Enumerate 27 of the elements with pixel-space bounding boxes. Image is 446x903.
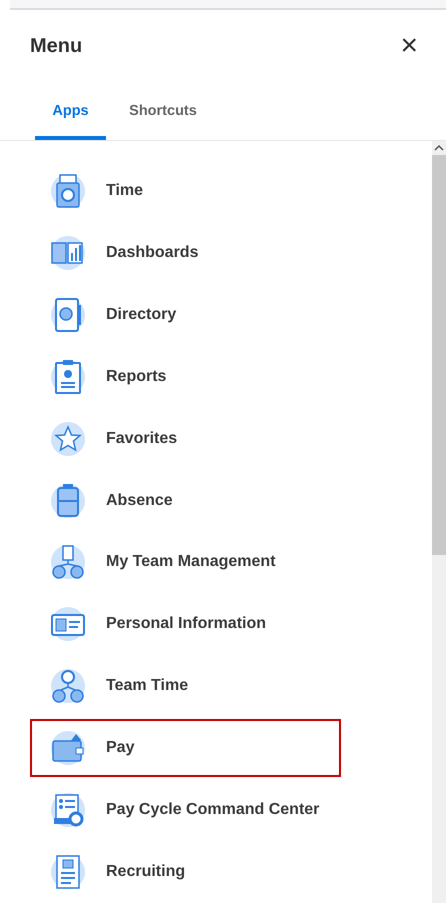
app-menu-item[interactable]: Directory <box>30 286 341 344</box>
app-menu-item[interactable]: Time <box>30 162 341 220</box>
checklist-icon <box>50 792 86 828</box>
app-menu-item[interactable]: Reports <box>30 348 341 406</box>
app-menu-item[interactable]: Favorites <box>30 410 341 468</box>
app-menu-item[interactable]: Pay Cycle Command Center <box>30 781 341 840</box>
clipboard-icon <box>50 358 86 395</box>
id-card-icon <box>50 606 86 642</box>
scrollbar-thumb[interactable] <box>432 155 446 555</box>
team-icon <box>50 544 86 580</box>
app-menu-item[interactable]: Recruiting <box>30 843 341 902</box>
app-menu-item[interactable]: Dashboards <box>30 224 341 282</box>
app-menu-item[interactable]: Personal Information <box>30 595 341 654</box>
document-icon <box>50 854 86 890</box>
tab[interactable]: Apps <box>35 82 106 140</box>
close-button[interactable]: × <box>396 32 422 60</box>
app-menu-item[interactable]: Pay <box>30 719 341 778</box>
tab[interactable]: Shortcuts <box>106 82 220 140</box>
app-menu-item[interactable]: Absence <box>30 472 341 530</box>
suitcase-icon <box>50 482 86 519</box>
scrollbar[interactable] <box>432 141 446 903</box>
app-menu-item[interactable]: My Team Management <box>30 534 341 592</box>
app-menu-item[interactable]: Team Time <box>30 657 341 716</box>
wallet-icon <box>50 730 86 766</box>
dashboard-icon <box>50 234 86 271</box>
menu-title: Menu <box>30 34 82 58</box>
address-book-icon <box>50 296 86 333</box>
